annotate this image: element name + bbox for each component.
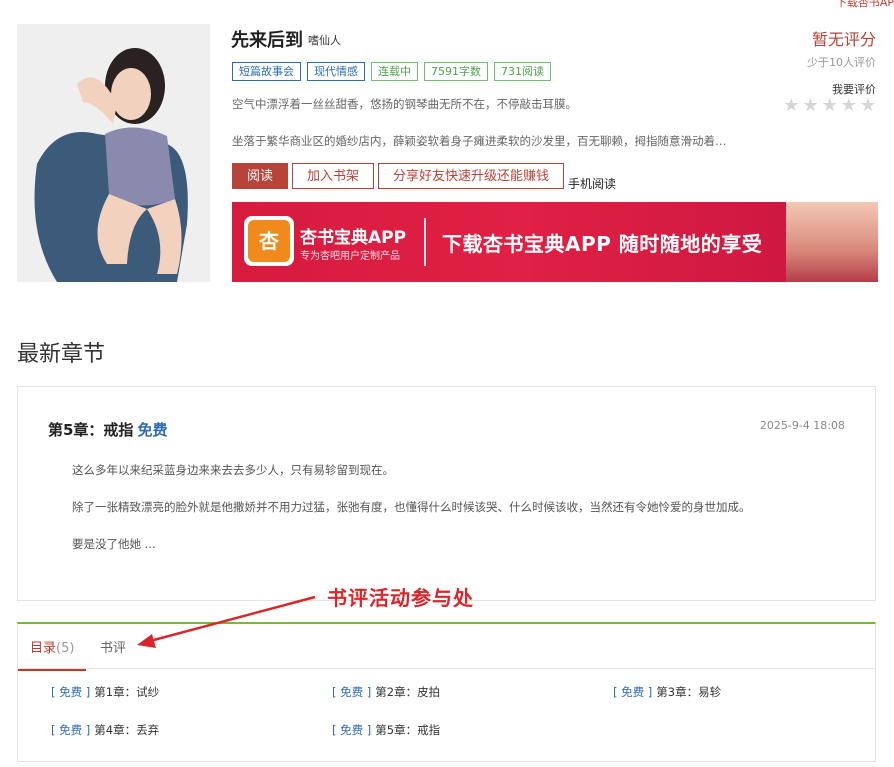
cover-illustration	[17, 24, 210, 282]
tab-catalog-count: (5)	[56, 641, 75, 656]
tag-word-count: 7591字数	[424, 62, 488, 81]
toc-item-title[interactable]: 第3章：易轸	[656, 685, 721, 699]
banner-model-image	[786, 202, 878, 282]
book-author[interactable]: 嗜仙人	[308, 32, 341, 48]
toc-item-free: [ 免费 ]	[332, 723, 372, 737]
book-cover-image[interactable]	[17, 24, 210, 282]
app-logo-char: 杏	[248, 220, 290, 262]
star-icon[interactable]: ★	[822, 97, 838, 115]
tag-genre[interactable]: 短篇故事会	[232, 62, 301, 81]
star-icon[interactable]: ★	[802, 97, 818, 115]
banner-app-name: 杏书宝典APP	[300, 228, 407, 248]
toc-item[interactable]: [ 免费 ] 第3章：易轸	[613, 684, 721, 700]
banner-app-subtitle: 专为杏吧用户定制产品	[300, 251, 400, 262]
banner-slogan: 下载杏书宝典APP 随时随地的享受	[442, 232, 763, 256]
chapter-title-text[interactable]: 第5章：戒指	[48, 421, 133, 439]
toc-item-title[interactable]: 第1章：试纱	[94, 685, 159, 699]
tag-category[interactable]: 现代情感	[307, 62, 365, 81]
tab-catalog[interactable]: 目录(5)	[17, 637, 87, 671]
star-icon[interactable]: ★	[841, 97, 857, 115]
chapter-paragraph: 这么多年以来纪采蓝身边来来去去多少人，只有易轸留到现在。	[72, 463, 394, 477]
latest-chapter-heading: 最新章节	[17, 342, 106, 367]
tag-status: 连载中	[371, 62, 418, 81]
toc-item-title[interactable]: 第2章：皮拍	[375, 685, 440, 699]
tab-catalog-label: 目录	[30, 641, 57, 656]
toc-item[interactable]: [ 免费 ] 第5章：戒指	[332, 722, 440, 738]
rating-count: 少于10人评价	[807, 56, 876, 69]
latest-chapter-card: 第5章：戒指 免费 2025-9-4 18:08 这么多年以来纪采蓝身边来来去去多…	[17, 386, 876, 601]
tab-review[interactable]: 书评	[100, 637, 126, 656]
rating-score: 暂无评分	[811, 30, 876, 49]
book-description-line1: 空气中漂浮着一丝丝甜香，悠扬的钢琴曲无所不在，不停敲击耳膜。	[232, 97, 577, 111]
star-icon[interactable]: ★	[783, 97, 799, 115]
download-app-link[interactable]: 下载杏书AP	[836, 0, 894, 10]
toc-item-free: [ 免费 ]	[613, 685, 653, 699]
banner-divider	[424, 218, 426, 266]
star-icon[interactable]: ★	[860, 97, 876, 115]
book-title: 先来后到	[231, 30, 303, 51]
table-of-contents: 目录(5) 书评 [ 免费 ] 第1章：试纱 [ 免费 ] 第2章：皮拍 [ 免费 …	[17, 622, 876, 762]
action-buttons: 阅读 加入书架 分享好友快速升级还能赚钱 手机阅读	[232, 163, 616, 191]
read-button[interactable]: 阅读	[232, 163, 289, 189]
toc-item-title[interactable]: 第4章：丢弃	[94, 723, 159, 737]
book-tags: 短篇故事会 现代情感 连载中 7591字数 731阅读	[232, 62, 551, 81]
chapter-paragraph: 除了一张精致漂亮的脸外就是他撒娇并不用力过猛，张弛有度，也懂得什么时候该哭、什么…	[72, 500, 751, 514]
share-button[interactable]: 分享好友快速升级还能赚钱	[378, 163, 565, 189]
toc-item-free: [ 免费 ]	[332, 685, 372, 699]
chapter-paragraph: 要是没了他她 ...	[72, 537, 156, 551]
toc-item-title[interactable]: 第5章：戒指	[375, 723, 440, 737]
latest-chapter-title[interactable]: 第5章：戒指 免费	[48, 419, 167, 440]
add-to-shelf-button[interactable]: 加入书架	[292, 163, 375, 189]
toc-tabs: 目录(5) 书评	[17, 624, 875, 671]
chapter-free-label: 免费	[137, 421, 168, 439]
toc-item-free: [ 免费 ]	[51, 723, 91, 737]
mobile-read-link[interactable]: 手机阅读	[568, 177, 616, 191]
toc-item[interactable]: [ 免费 ] 第2章：皮拍	[332, 684, 440, 700]
toc-item[interactable]: [ 免费 ] 第1章：试纱	[51, 684, 159, 700]
annotation-label: 书评活动参与处	[327, 586, 474, 610]
app-download-banner[interactable]: 杏 杏书宝典APP 专为杏吧用户定制产品 下载杏书宝典APP 随时随地的享受	[232, 202, 878, 282]
chapter-timestamp: 2025-9-4 18:08	[759, 419, 845, 432]
book-description-line2: 坐落于繁华商业区的婚纱店内，薛颖姿软着身子瘫进柔软的沙发里，百无聊赖，拇指随意滑…	[232, 134, 727, 148]
tag-read-count: 731阅读	[494, 62, 551, 81]
app-logo-icon: 杏	[244, 216, 294, 266]
toc-item-free: [ 免费 ]	[51, 685, 91, 699]
rating-stars: ★ ★ ★ ★ ★	[783, 97, 876, 115]
toc-item[interactable]: [ 免费 ] 第4章：丢弃	[51, 722, 159, 738]
